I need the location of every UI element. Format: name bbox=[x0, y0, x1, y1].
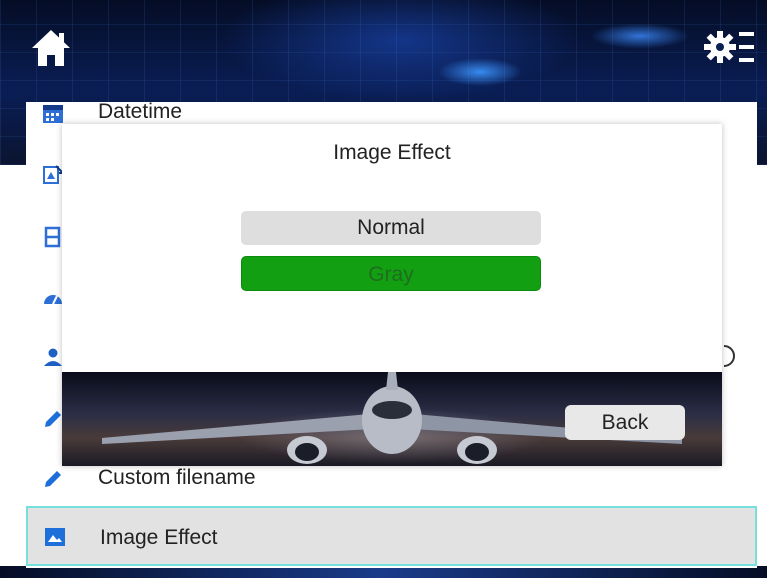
person-icon bbox=[44, 348, 62, 366]
settings-button[interactable] bbox=[703, 28, 755, 66]
option-gray[interactable]: Gray bbox=[241, 256, 541, 291]
pencil-icon bbox=[45, 471, 61, 487]
dialog-footer-image: Back bbox=[62, 372, 722, 466]
home-button[interactable] bbox=[30, 28, 72, 68]
gauge-icon bbox=[44, 295, 62, 305]
film-icon bbox=[44, 226, 61, 248]
pencil-icon bbox=[45, 411, 61, 427]
settings-gear-icon bbox=[704, 31, 754, 63]
list-item-label: Image Effect bbox=[100, 526, 218, 549]
dialog-title: Image Effect bbox=[333, 141, 451, 164]
back-button[interactable]: Back bbox=[565, 405, 685, 440]
image-effect-dialog: Image Effect Normal Gray Back bbox=[62, 124, 722, 466]
calendar-icon bbox=[43, 105, 63, 123]
image-rotate-icon bbox=[43, 165, 64, 184]
picture-icon bbox=[45, 528, 65, 546]
option-normal[interactable]: Normal bbox=[241, 211, 541, 245]
home-icon bbox=[32, 30, 70, 66]
list-item-image-effect[interactable]: Image Effect bbox=[26, 506, 757, 566]
